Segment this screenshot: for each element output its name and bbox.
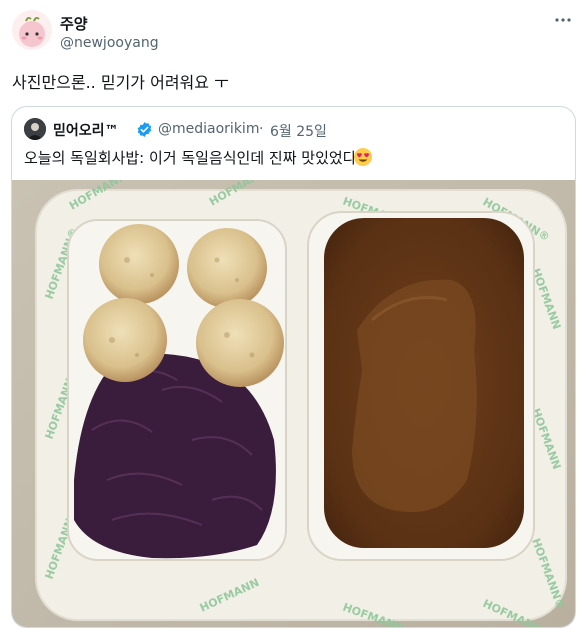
quote-avatar: [24, 118, 46, 140]
pink-blob-avatar-icon: [19, 16, 45, 47]
separator-dot: ·: [259, 121, 264, 137]
verified-badge-icon: [136, 121, 153, 138]
avatar[interactable]: [12, 10, 52, 50]
quote-date: 6월 25일: [270, 124, 327, 140]
quoted-tweet-card[interactable]: 믿어오리™ @mediaorikim · 6월 25일 오늘의 독일회사밥: 이…: [11, 106, 576, 628]
author-handle[interactable]: @newjooyang: [60, 35, 159, 51]
tweet-text: 사진만으론.. 믿기가 어려워요 ㅜ: [12, 73, 229, 92]
food-tray-photo: HOFMANN HOFMANN HOFMANN HOFMANN® HOFMANN…: [12, 165, 575, 627]
quote-author-handle: @mediaorikim: [158, 121, 260, 137]
quote-author-name: 믿어오리™: [53, 123, 119, 139]
quote-text: 오늘의 독일회사밥: 이거 독일음식인데 진짜 맛있었다: [24, 149, 357, 167]
heart-eyes-emoji-icon: [353, 147, 373, 167]
person-avatar-icon: [24, 118, 46, 140]
quote-photo[interactable]: HOFMANN HOFMANN HOFMANN HOFMANN® HOFMANN…: [12, 165, 575, 627]
more-icon[interactable]: [550, 10, 576, 36]
author-name[interactable]: 주양: [60, 13, 88, 34]
